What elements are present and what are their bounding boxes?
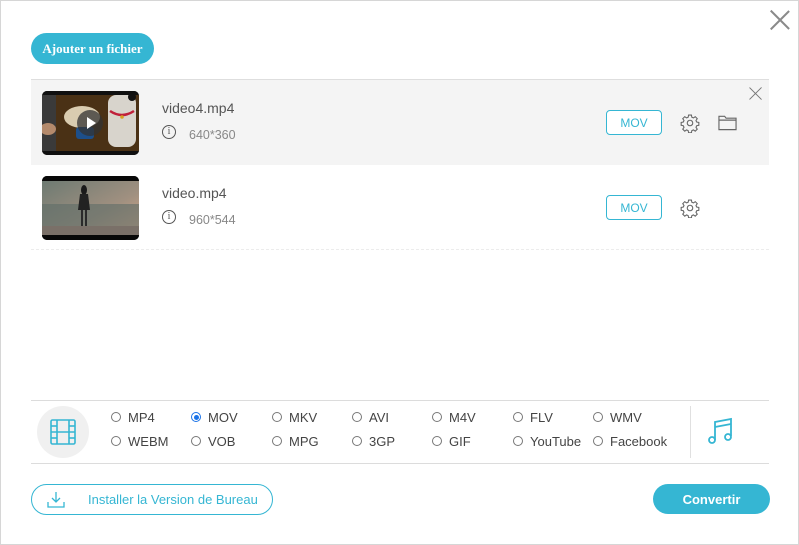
- format-label: Facebook: [610, 433, 668, 449]
- radio-button[interactable]: [272, 412, 282, 422]
- format-label: YouTube: [530, 433, 582, 449]
- video-format-tab[interactable]: [37, 406, 89, 458]
- radio-button[interactable]: [191, 436, 201, 446]
- radio-button[interactable]: [111, 412, 121, 422]
- install-label: Installer la Version de Bureau: [88, 492, 258, 507]
- music-note-icon[interactable]: [706, 416, 736, 446]
- info-icon[interactable]: i: [162, 210, 176, 224]
- format-option-m4v[interactable]: M4V: [432, 409, 476, 425]
- close-icon[interactable]: [769, 9, 791, 31]
- info-icon[interactable]: i: [162, 125, 176, 139]
- format-label: 3GP: [369, 433, 396, 449]
- output-format-button[interactable]: MOV: [606, 110, 662, 135]
- file-resolution: 960*544: [189, 213, 236, 227]
- format-separator: [690, 406, 691, 458]
- format-option-mpg[interactable]: MPG: [272, 433, 319, 449]
- download-icon: [47, 492, 65, 508]
- file-row: video.mp4 i 960*544 MOV: [31, 165, 769, 250]
- radio-button[interactable]: [432, 436, 442, 446]
- install-desktop-button[interactable]: Installer la Version de Bureau: [31, 484, 273, 515]
- radio-button[interactable]: [432, 412, 442, 422]
- format-option-mp4[interactable]: MP4: [111, 409, 155, 425]
- format-label: VOB: [208, 433, 236, 449]
- format-label: AVI: [369, 409, 389, 425]
- film-icon: [50, 419, 76, 445]
- file-name: video.mp4: [162, 185, 227, 201]
- format-option-webm[interactable]: WEBM: [111, 433, 168, 449]
- radio-button[interactable]: [593, 436, 603, 446]
- gear-icon[interactable]: [680, 198, 700, 218]
- format-option-mov[interactable]: MOV: [191, 409, 238, 425]
- convert-button[interactable]: Convertir: [653, 484, 770, 514]
- format-option-facebook[interactable]: Facebook: [593, 433, 667, 449]
- remove-file-icon[interactable]: [749, 87, 762, 100]
- file-resolution: 640*360: [189, 128, 236, 142]
- format-label: MP4: [128, 409, 155, 425]
- file-row: video4.mp4 i 640*360 MOV: [31, 80, 769, 165]
- format-label: FLV: [530, 409, 553, 425]
- gear-icon[interactable]: [680, 113, 700, 133]
- format-label: GIF: [449, 433, 471, 449]
- radio-button[interactable]: [352, 436, 362, 446]
- radio-button[interactable]: [513, 412, 523, 422]
- format-divider: [31, 400, 769, 401]
- format-option-3gp[interactable]: 3GP: [352, 433, 395, 449]
- file-name: video4.mp4: [162, 100, 235, 116]
- format-option-gif[interactable]: GIF: [432, 433, 471, 449]
- format-label: WMV: [610, 409, 642, 425]
- format-label: MPG: [289, 433, 319, 449]
- format-option-flv[interactable]: FLV: [513, 409, 553, 425]
- format-label: M4V: [449, 409, 476, 425]
- format-option-mkv[interactable]: MKV: [272, 409, 317, 425]
- folder-icon[interactable]: [718, 114, 737, 131]
- radio-button[interactable]: [513, 436, 523, 446]
- format-option-wmv[interactable]: WMV: [593, 409, 642, 425]
- radio-button[interactable]: [191, 412, 201, 422]
- format-option-vob[interactable]: VOB: [191, 433, 235, 449]
- format-divider: [31, 463, 769, 464]
- radio-button[interactable]: [111, 436, 121, 446]
- video-thumbnail[interactable]: [42, 91, 139, 155]
- format-option-youtube[interactable]: YouTube: [513, 433, 581, 449]
- format-option-avi[interactable]: AVI: [352, 409, 389, 425]
- video-thumbnail[interactable]: [42, 176, 139, 240]
- format-label: WEBM: [128, 433, 169, 449]
- format-label: MOV: [208, 409, 238, 425]
- radio-button[interactable]: [352, 412, 362, 422]
- radio-button[interactable]: [272, 436, 282, 446]
- format-label: MKV: [289, 409, 318, 425]
- add-file-button[interactable]: Ajouter un fichier: [31, 33, 154, 64]
- output-format-button[interactable]: MOV: [606, 195, 662, 220]
- converter-window: Ajouter un fichier video4.mp4 i 640*360 …: [0, 0, 799, 545]
- radio-button[interactable]: [593, 412, 603, 422]
